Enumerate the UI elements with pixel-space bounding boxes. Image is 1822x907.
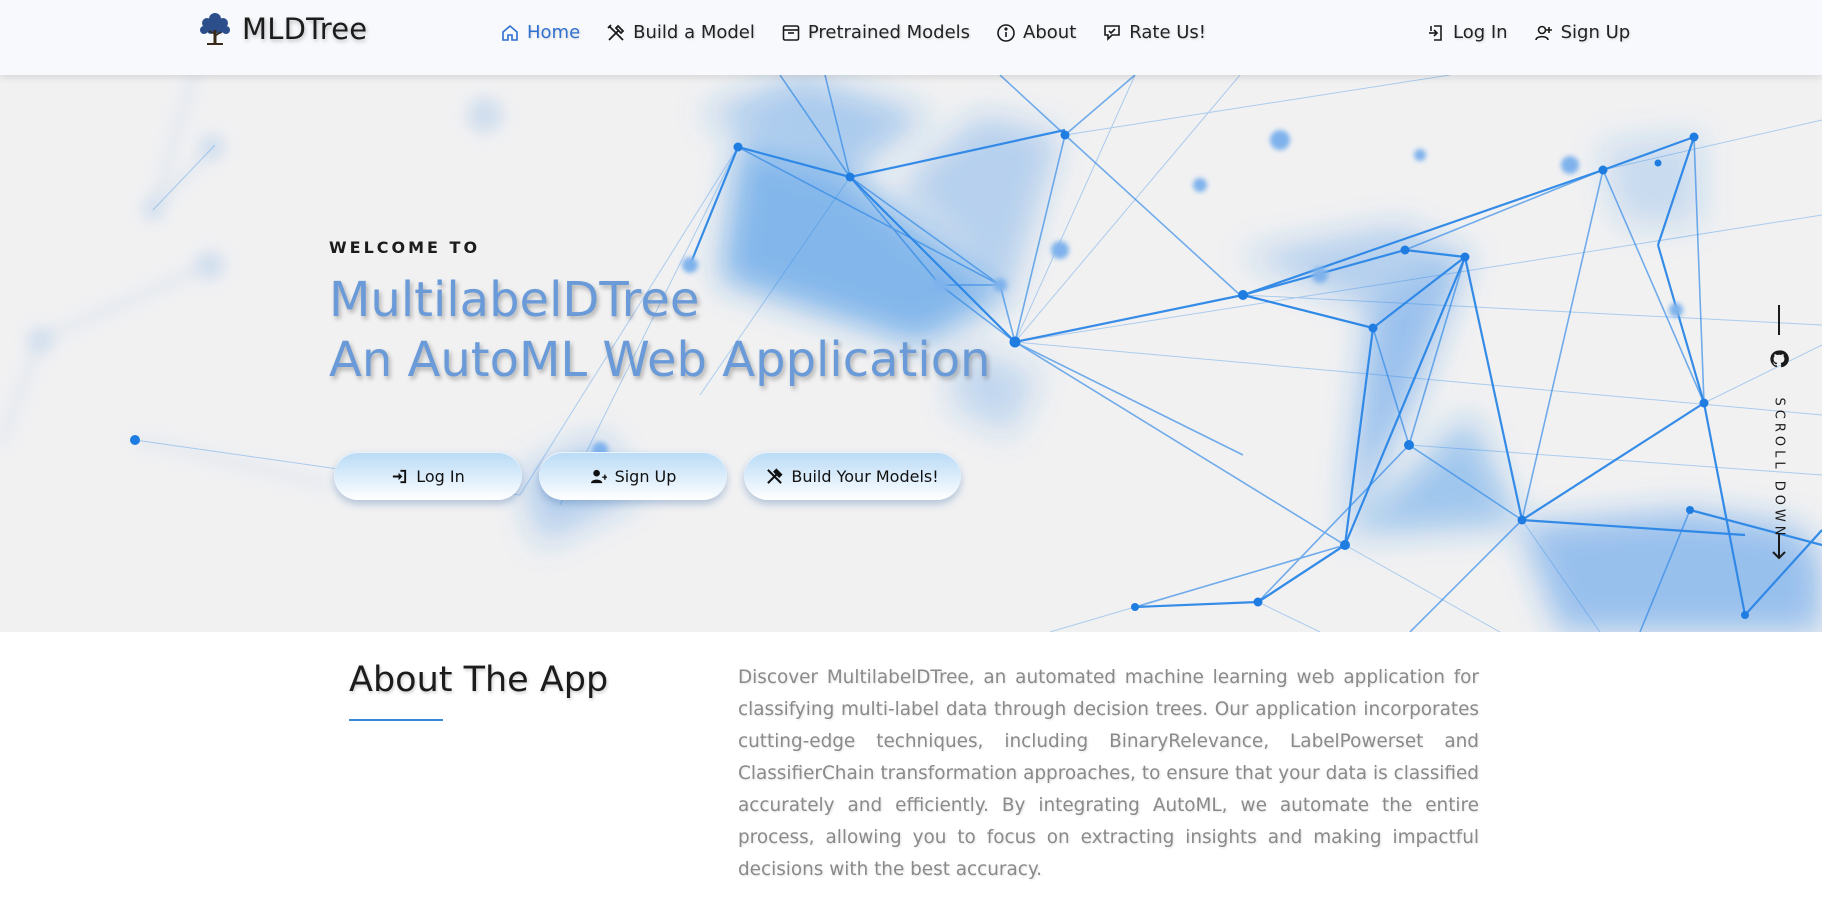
nav-signup-label: Sign Up <box>1560 22 1631 43</box>
nav-home[interactable]: Home <box>500 22 580 43</box>
home-icon <box>502 24 518 41</box>
about-body: Discover MultilabelDTree, an automated m… <box>738 667 1479 880</box>
user-plus-icon <box>1534 25 1552 40</box>
nav-login-label: Log In <box>1453 22 1508 43</box>
auth-nav: Log In Sign Up <box>1426 22 1630 43</box>
tools-icon <box>607 23 625 41</box>
tree-icon <box>200 13 230 45</box>
nav-login[interactable]: Log In <box>1426 22 1508 43</box>
sign-in-icon <box>393 469 407 483</box>
hero-buttons: Log In Sign Up Build Your Models! <box>334 452 961 500</box>
hero-section: WELCOME TO MultilabelDTree An AutoML Web… <box>0 75 1822 632</box>
scroll-down-label[interactable]: SCROLL DOWN <box>1772 398 1787 540</box>
hero-signup-button[interactable]: Sign Up <box>539 452 727 500</box>
about-underline <box>349 719 443 721</box>
hero-login-label: Log In <box>416 466 465 486</box>
about-heading: About The App <box>349 660 609 700</box>
arrow-down-icon[interactable] <box>1770 531 1788 561</box>
hero-title-line2: An AutoML Web Application <box>329 332 991 388</box>
rating-icon <box>1104 24 1121 41</box>
brand-name: MLDTree <box>242 12 368 46</box>
hero-signup-label: Sign Up <box>614 466 677 486</box>
main-nav: Home Build a Model Pretrained Models Abo… <box>500 22 1206 43</box>
brand[interactable]: MLDTree <box>198 10 367 48</box>
info-icon <box>997 23 1015 42</box>
nav-about-label: About <box>1023 22 1077 43</box>
side-scroll-indicator: SCROLL DOWN <box>1766 305 1792 632</box>
user-plus-icon <box>590 469 607 483</box>
nav-pretrained-models-label: Pretrained Models <box>807 22 971 43</box>
login-icon <box>1429 24 1442 41</box>
hero-welcome: WELCOME TO <box>329 238 481 257</box>
github-icon[interactable] <box>1769 349 1789 369</box>
nav-rate-us-label: Rate Us! <box>1129 22 1207 43</box>
nav-pretrained-models[interactable]: Pretrained Models <box>781 22 970 43</box>
nav-home-label: Home <box>527 22 581 43</box>
hero-title-line1: MultilabelDTree <box>329 272 700 328</box>
hero-build-label: Build Your Models! <box>791 466 939 486</box>
nav-build-model-label: Build a Model <box>633 22 755 43</box>
side-divider <box>1778 305 1780 335</box>
hero-build-button[interactable]: Build Your Models! <box>744 452 961 500</box>
nav-signup[interactable]: Sign Up <box>1534 22 1631 43</box>
nav-build-model[interactable]: Build a Model <box>606 22 755 43</box>
nav-about[interactable]: About <box>996 22 1076 43</box>
hero-login-button[interactable]: Log In <box>334 452 522 500</box>
hero-title: MultilabelDTree An AutoML Web Applicatio… <box>329 270 990 390</box>
tools-icon <box>767 467 783 484</box>
navbar: MLDTree Home Build a Model Pretrained Mo… <box>0 0 1822 75</box>
archive-icon <box>782 24 800 41</box>
nav-rate-us[interactable]: Rate Us! <box>1102 22 1206 43</box>
